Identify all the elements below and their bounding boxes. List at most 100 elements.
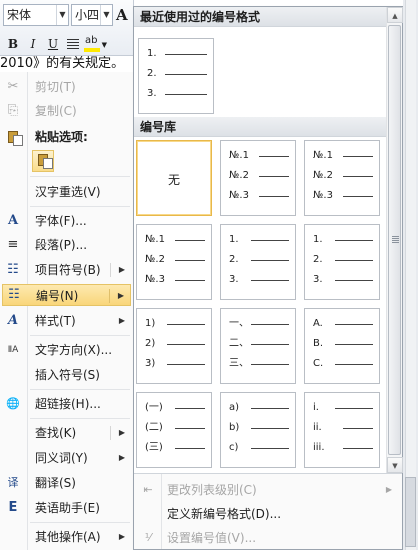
change-list-level-item[interactable]: ⇤ 更改列表级别(C) ▶ (134, 478, 402, 502)
menu-item-label: 超链接(H)... (35, 397, 101, 411)
scroll-up-icon[interactable]: ▲ (387, 7, 403, 23)
menu-item-label: 编号(N) (36, 289, 79, 303)
tile-row-line (251, 280, 289, 281)
menu-item-label: 项目符号(B) (35, 263, 101, 277)
paste-keep-text-button[interactable] (32, 150, 54, 172)
scroll-thumb[interactable] (405, 477, 416, 547)
chevron-right-icon: ▶ (118, 316, 125, 325)
tile-row: B. (313, 338, 375, 350)
menu-item-font[interactable]: A 字体(F)... (0, 210, 133, 232)
chevron-down-icon[interactable]: ▼ (56, 5, 68, 25)
tile-row-line (259, 176, 289, 177)
chevron-right-icon: ▶ (385, 485, 392, 494)
scroll-thumb[interactable] (388, 25, 401, 455)
menu-item-hyperlink[interactable]: 🌐 超链接(H)... (0, 393, 133, 415)
tile-row-label: №.2 (229, 170, 249, 181)
tile-row: 一、 (229, 318, 291, 330)
tile-row-line (343, 156, 373, 157)
format-row: B I U ab ▼ (3, 34, 107, 54)
tile-row-label: 二、 (229, 338, 249, 349)
tile-row-label: 1. (313, 234, 323, 245)
tile-row-line (335, 344, 373, 345)
numbering-format-tile[interactable]: 1) 2) 3) (136, 308, 212, 384)
tile-row-line (259, 196, 289, 197)
menu-item-more-actions[interactable]: 其他操作(A) ▶ (0, 526, 133, 548)
tile-row-line (175, 448, 205, 449)
tile-row: №.2 (145, 254, 207, 266)
define-new-number-format-item[interactable]: 定义新编号格式(D)... (134, 502, 402, 526)
numbering-format-tile[interactable]: 一、 二、 三、 (220, 308, 296, 384)
menu-item-bullets[interactable]: ☷ 项目符号(B) ▶ (0, 259, 133, 281)
menu-item-english-assistant[interactable]: E 英语助手(E) (0, 497, 133, 519)
menu-item-translate[interactable]: 译 翻译(S) (0, 472, 133, 494)
numbering-format-tile[interactable]: №.1 №.2 №.3 (136, 224, 212, 300)
gallery-scrollbar[interactable]: ▲ ▼ (386, 7, 403, 473)
tile-row-line (335, 324, 373, 325)
tile-row: 2. (313, 254, 375, 266)
tile-row-label: c) (229, 442, 239, 453)
numbering-format-tile[interactable]: a) b) c) (220, 392, 296, 468)
menu-item-label: 查找(K) (35, 426, 77, 440)
scissors-icon: ✂ (7, 79, 19, 94)
menu-item-styles[interactable]: A 样式(T) ▶ (0, 310, 133, 332)
menu-item-find[interactable]: 查找(K) ▶ (0, 422, 133, 444)
numbering-format-tile[interactable]: 1. 2. 3. (220, 224, 296, 300)
italic-button[interactable]: I (23, 34, 43, 54)
numbering-format-tile[interactable]: A. B. C. (304, 308, 380, 384)
numbering-none-tile[interactable]: 无 (136, 140, 212, 216)
scroll-down-icon[interactable]: ▼ (387, 457, 403, 473)
bold-button[interactable]: B (3, 34, 23, 54)
font-icon: A (7, 213, 19, 228)
menu-item-text-direction[interactable]: ⅡA 文字方向(X)... (0, 339, 133, 361)
hyperlink-icon: 🌐 (6, 397, 20, 410)
font-size-combo[interactable]: 小四 ▼ (71, 4, 113, 26)
menu-item-label: 样式(T) (35, 314, 76, 328)
chevron-down-icon[interactable]: ▼ (100, 5, 112, 25)
numbering-format-tile[interactable]: (一) (二) (三) (136, 392, 212, 468)
menu-item-numbering[interactable]: ☷ 编号(N) ▶ (2, 284, 131, 306)
menu-item-copy[interactable]: ⎘ 复制(C) (0, 100, 133, 122)
tile-row-label: №.3 (229, 190, 249, 201)
scroll-track[interactable] (405, 0, 416, 550)
chevron-right-icon: ▶ (118, 428, 125, 437)
tile-row: 2) (145, 338, 207, 350)
underline-button[interactable]: U (43, 34, 63, 54)
menu-divider (30, 206, 130, 207)
tile-row-label: 1) (145, 318, 156, 329)
tile-row: c) (229, 442, 291, 454)
recent-format-tile[interactable]: 1. 2. 3. (138, 38, 214, 114)
paragraph-icon: ≡ (7, 237, 19, 252)
tile-row-label: №.2 (145, 254, 165, 265)
menu-item-label: 设置编号值(V)... (167, 531, 257, 545)
grow-font-button[interactable]: A (116, 6, 128, 24)
menu-item-synonyms[interactable]: 同义词(Y) ▶ (0, 447, 133, 469)
numbering-format-tile[interactable]: №.1 №.2 №.3 (220, 140, 296, 216)
tile-row: ii. (313, 422, 375, 434)
tile-row: 二、 (229, 338, 291, 350)
menu-item-paragraph[interactable]: ≡ 段落(P)... (0, 234, 133, 256)
font-name-combo[interactable]: 宋体 ▼ (3, 4, 69, 26)
tile-row: C. (313, 358, 375, 370)
document-scrollbar[interactable] (403, 0, 418, 550)
chevron-down-icon[interactable]: ▼ (102, 38, 107, 52)
numbering-format-tile[interactable]: i. ii. iii. (304, 392, 380, 468)
tile-row-label: 1. (229, 234, 239, 245)
tile-row-label: 2. (313, 254, 323, 265)
tile-row: (一) (145, 402, 207, 414)
paste-icon (5, 129, 23, 146)
numbering-format-tile[interactable]: 1. 2. 3. (304, 224, 380, 300)
set-numbering-value-item[interactable]: ⅟ 设置编号值(V)... (134, 526, 402, 550)
center-align-icon[interactable] (67, 39, 79, 49)
highlight-button[interactable]: ab ▼ (83, 34, 107, 54)
tile-row-label: b) (229, 422, 240, 433)
tile-row: 3. (229, 274, 291, 286)
menu-item-insert-symbol[interactable]: 插入符号(S) (0, 364, 133, 386)
tile-row-line (251, 448, 289, 449)
numbering-format-tile[interactable]: №.1 №.2 №.3 (304, 140, 380, 216)
tile-row: a) (229, 402, 291, 414)
tile-row-line (175, 260, 205, 261)
none-label: 无 (167, 173, 180, 187)
menu-item-cut[interactable]: ✂ 剪切(T) (0, 76, 133, 98)
menu-item-reconvert[interactable]: 汉字重选(V) (0, 181, 133, 203)
tile-row-label: ii. (313, 422, 322, 433)
